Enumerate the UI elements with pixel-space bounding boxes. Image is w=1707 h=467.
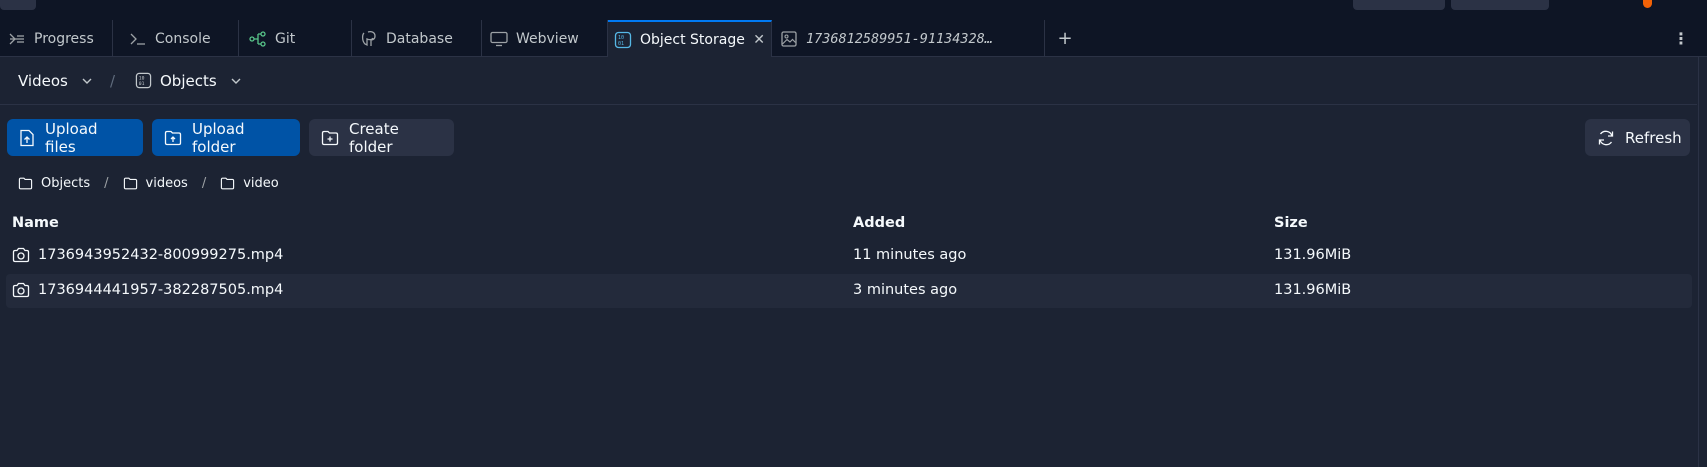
button-label: Create folder xyxy=(349,119,399,156)
breadcrumb-item[interactable]: Objects xyxy=(18,176,90,191)
chevron-down-icon xyxy=(82,78,92,84)
tab-label: 1736812589951-91134328… xyxy=(806,30,993,47)
breadcrumb-label: Objects xyxy=(41,176,91,191)
breadcrumb-item[interactable]: videos xyxy=(123,176,188,191)
svg-text:01: 01 xyxy=(618,41,624,47)
tab-console[interactable]: Console xyxy=(121,20,239,57)
breadcrumb-separator: / xyxy=(201,176,207,191)
database-icon xyxy=(360,30,378,47)
upload-file-icon xyxy=(19,129,35,147)
button-label: Upload folder xyxy=(192,119,245,156)
section-selector[interactable]: 10 01 Objects xyxy=(135,72,241,90)
button-label: Refresh xyxy=(1625,128,1682,147)
tab-object-storage[interactable]: 10 01 Object Storage ✕ xyxy=(608,20,772,57)
tab-label: Git xyxy=(275,30,296,47)
git-icon xyxy=(249,30,267,47)
top-button[interactable] xyxy=(1451,0,1549,10)
breadcrumb-item[interactable]: video xyxy=(220,176,279,191)
table-header: Name Added Size xyxy=(0,212,1690,236)
breadcrumb-separator: / xyxy=(104,176,109,191)
top-button[interactable] xyxy=(0,0,36,10)
tab-database[interactable]: Database xyxy=(352,20,482,57)
tab-image-file[interactable]: 1736812589951-91134328… xyxy=(772,20,1045,57)
section-name: Objects xyxy=(160,71,217,90)
size-cell: 131.96MiB xyxy=(1274,282,1352,298)
file-name-cell: 1736944441957-382287505.mp4 xyxy=(12,282,283,298)
breadcrumb-separator: / xyxy=(110,71,116,90)
progress-icon xyxy=(8,31,26,47)
console-icon xyxy=(129,31,147,47)
top-button[interactable] xyxy=(1353,0,1445,10)
tab-label: Database xyxy=(386,30,453,47)
table-row[interactable]: 1736944441957-382287505.mp4 3 minutes ag… xyxy=(6,274,1692,308)
folder-icon xyxy=(123,177,138,190)
column-header-name[interactable]: Name xyxy=(12,215,59,231)
object-storage-icon: 10 01 xyxy=(135,72,152,89)
chevron-down-icon xyxy=(231,78,241,84)
upload-folder-button[interactable]: Upload folder xyxy=(152,119,300,156)
added-cell: 3 minutes ago xyxy=(853,282,958,298)
camera-icon xyxy=(12,247,30,263)
folder-icon xyxy=(220,177,235,190)
window-top-strip xyxy=(0,0,1707,20)
file-name-cell: 1736943952432-800999275.mp4 xyxy=(12,247,283,263)
tab-progress[interactable]: Progress xyxy=(0,20,113,57)
upload-files-button[interactable]: Upload files xyxy=(7,119,143,156)
tab-label: Object Storage xyxy=(640,31,745,48)
file-name: 1736944441957-382287505.mp4 xyxy=(38,282,284,298)
tab-git[interactable]: Git xyxy=(239,20,352,57)
folder-icon xyxy=(18,177,33,190)
added-cell: 11 minutes ago xyxy=(853,247,967,263)
folder-breadcrumb: Objects / videos / video xyxy=(18,176,279,191)
create-folder-button[interactable]: Create folder xyxy=(309,119,454,156)
notification-dot-icon xyxy=(1643,0,1652,8)
tab-webview[interactable]: Webview xyxy=(482,20,608,57)
create-folder-icon xyxy=(321,130,339,146)
file-name: 1736943952432-800999275.mp4 xyxy=(38,247,284,263)
refresh-icon xyxy=(1597,129,1615,147)
breadcrumb-label: videos xyxy=(145,176,188,191)
camera-icon xyxy=(12,282,30,298)
object-storage-icon: 10 01 xyxy=(614,31,632,48)
bucket-selector[interactable]: Videos xyxy=(18,72,92,90)
tab-label: Webview xyxy=(516,30,579,47)
new-tab-button[interactable]: + xyxy=(1055,20,1075,57)
svg-text:01: 01 xyxy=(139,81,145,87)
scrollbar[interactable] xyxy=(1698,57,1707,467)
table-row[interactable]: 1736943952432-800999275.mp4 11 minutes a… xyxy=(6,239,1692,273)
column-header-added[interactable]: Added xyxy=(853,215,905,231)
monitor-icon xyxy=(490,31,508,47)
size-cell: 131.96MiB xyxy=(1274,247,1352,263)
close-tab-icon[interactable]: ✕ xyxy=(753,32,765,48)
tab-label: Progress xyxy=(34,30,94,47)
image-icon xyxy=(780,30,798,47)
breadcrumb-label: video xyxy=(243,176,279,191)
more-options-icon[interactable]: ⋮ xyxy=(1672,20,1690,57)
storage-header: Videos / 10 01 Objects xyxy=(0,57,1697,105)
tab-bar: Progress Console Git Database Webview 10… xyxy=(0,20,1707,57)
upload-folder-icon xyxy=(164,130,182,146)
column-header-size[interactable]: Size xyxy=(1274,215,1308,231)
tab-label: Console xyxy=(155,30,211,47)
button-label: Upload files xyxy=(45,119,98,156)
bucket-name: Videos xyxy=(18,71,68,90)
svg-text:10: 10 xyxy=(139,76,145,82)
refresh-button[interactable]: Refresh xyxy=(1585,119,1690,156)
